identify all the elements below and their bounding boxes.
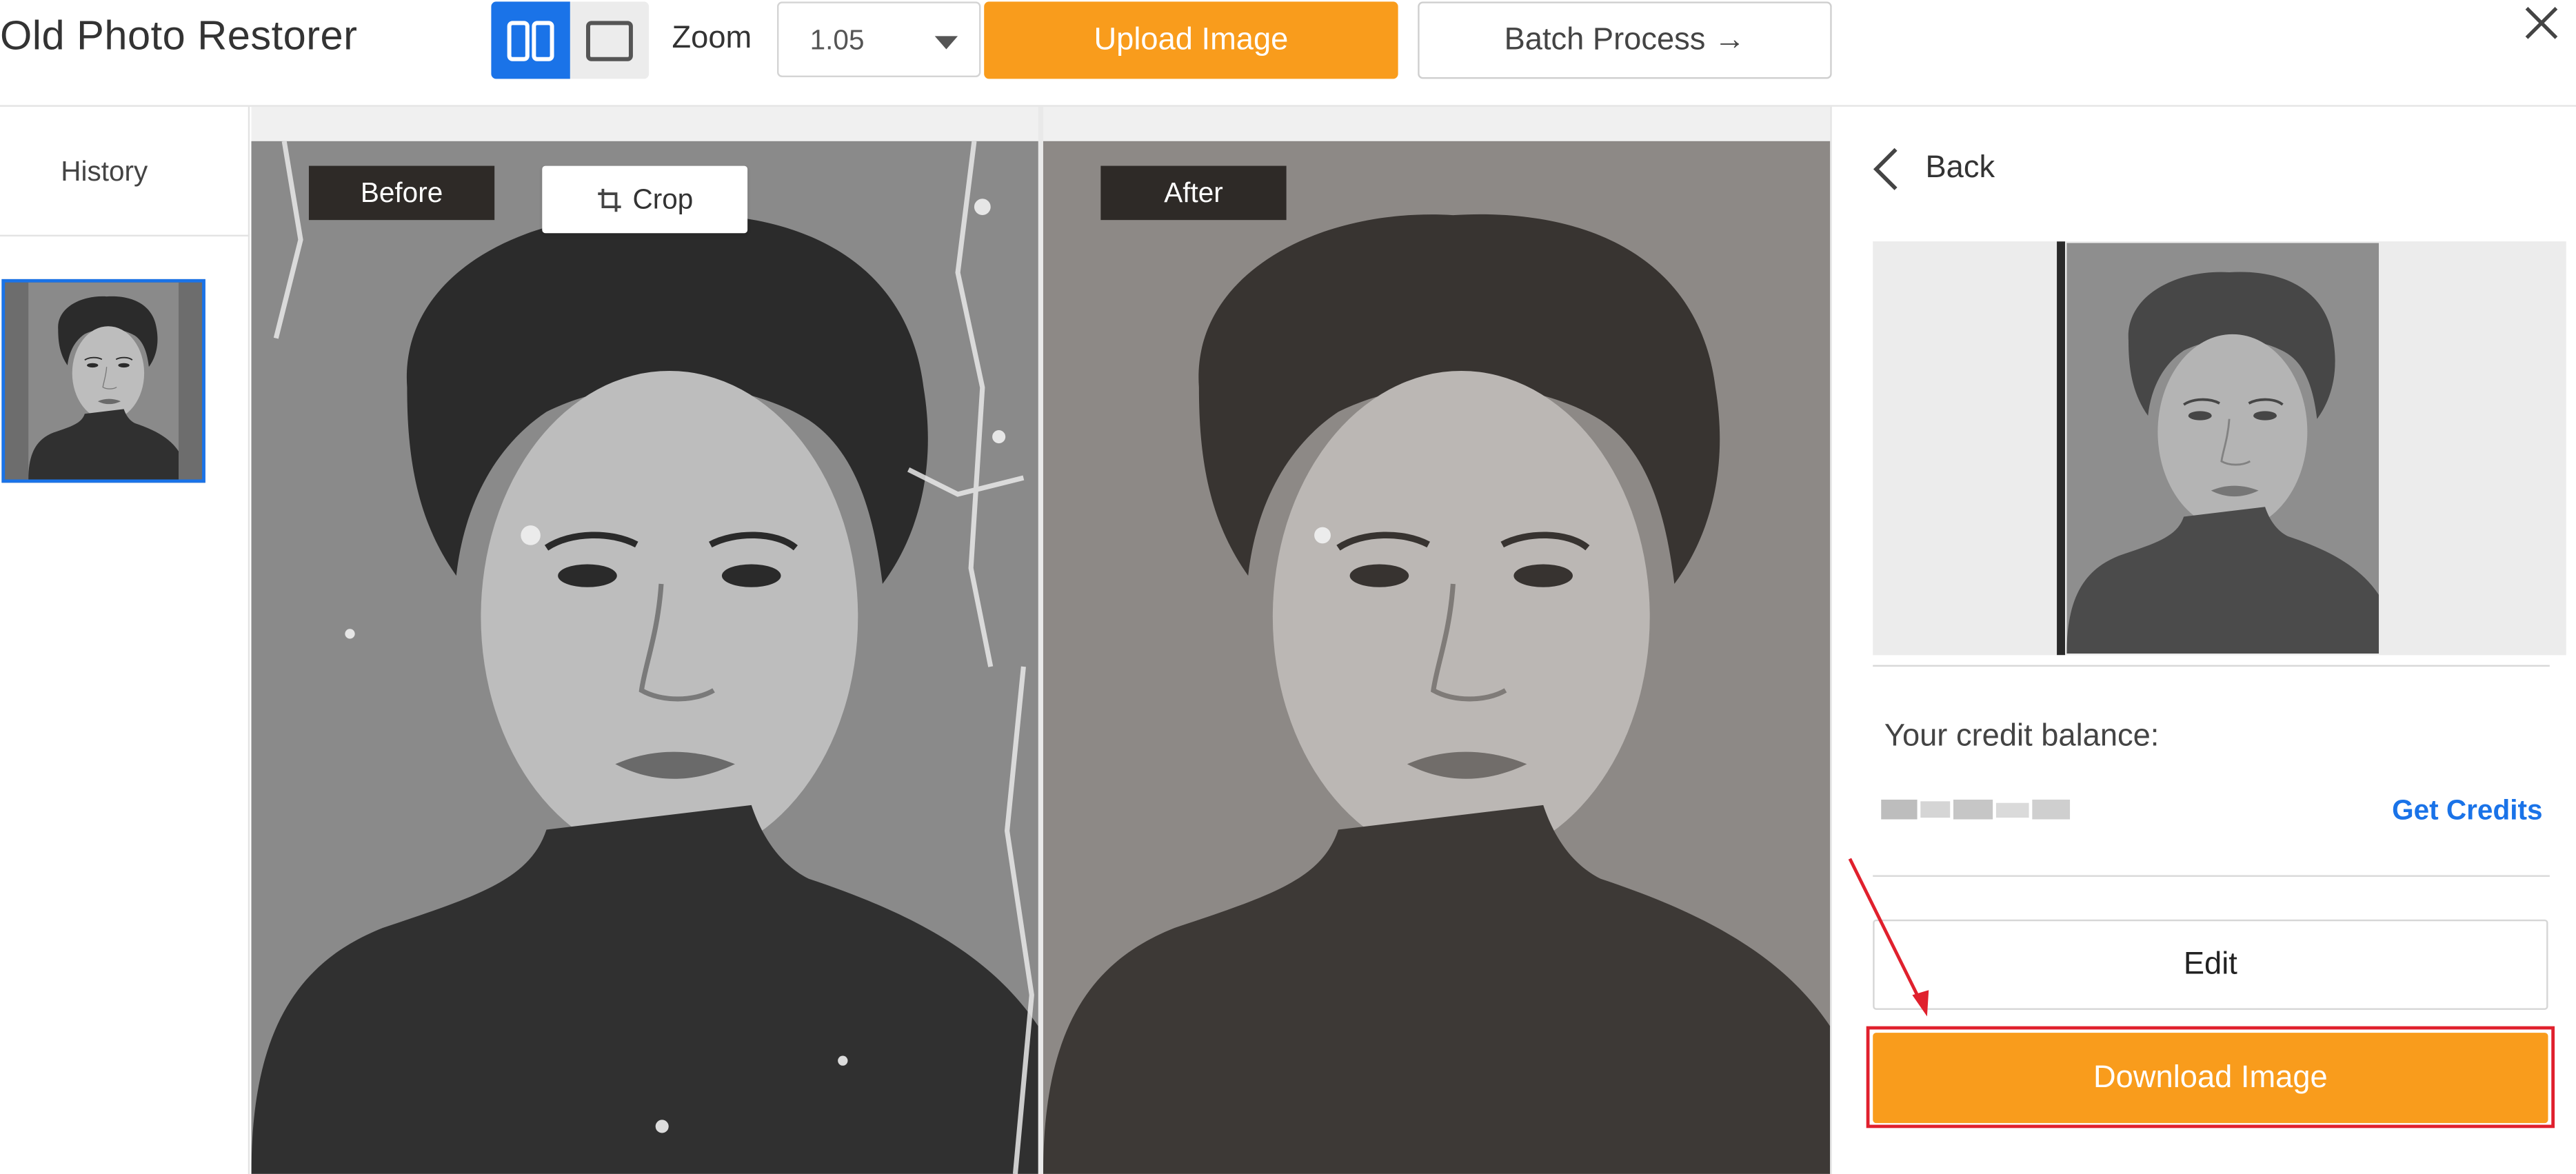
crop-icon bbox=[598, 188, 621, 212]
batch-process-button[interactable]: Batch Process → bbox=[1418, 1, 1832, 79]
credit-balance-label: Your credit balance: bbox=[1884, 719, 2160, 754]
history-thumbnail[interactable] bbox=[1, 279, 205, 483]
back-label: Back bbox=[1925, 151, 1995, 186]
history-tab[interactable]: History bbox=[0, 156, 209, 189]
history-divider bbox=[0, 234, 250, 236]
split-view-icon bbox=[507, 20, 554, 61]
chevron-down-icon bbox=[934, 36, 958, 50]
after-image[interactable] bbox=[1043, 141, 1831, 1174]
download-image-button[interactable]: Download Image bbox=[1873, 1033, 2548, 1124]
compare-divider[interactable] bbox=[1038, 106, 1043, 1174]
credit-divider bbox=[1873, 875, 2550, 877]
after-label: After bbox=[1100, 165, 1287, 221]
chevron-left-icon bbox=[1873, 148, 1898, 190]
crop-label: Crop bbox=[632, 183, 694, 214]
single-view-button[interactable] bbox=[570, 1, 649, 79]
before-label: Before bbox=[308, 165, 495, 221]
split-view-button[interactable] bbox=[491, 1, 570, 79]
preview-divider bbox=[1873, 665, 2550, 667]
view-mode-toggle bbox=[491, 1, 650, 79]
edit-button[interactable]: Edit bbox=[1873, 919, 2548, 1010]
history-sidebar bbox=[0, 106, 250, 1174]
crop-button[interactable]: Crop bbox=[542, 165, 748, 234]
zoom-label: Zoom bbox=[672, 21, 752, 56]
before-image[interactable] bbox=[251, 141, 1038, 1174]
credit-balance-redacted bbox=[1881, 796, 2071, 822]
back-button[interactable]: Back bbox=[1869, 145, 1995, 194]
zoom-value: 1.05 bbox=[809, 24, 865, 56]
zoom-select[interactable]: 1.05 bbox=[776, 1, 981, 77]
app-title: Old Photo Restorer bbox=[0, 13, 358, 59]
single-view-icon bbox=[586, 20, 633, 61]
get-credits-link[interactable]: Get Credits bbox=[2392, 795, 2542, 828]
close-icon bbox=[2525, 7, 2558, 39]
result-preview bbox=[1873, 241, 2566, 656]
upload-image-button[interactable]: Upload Image bbox=[984, 1, 1398, 79]
close-button[interactable] bbox=[2519, 0, 2565, 46]
